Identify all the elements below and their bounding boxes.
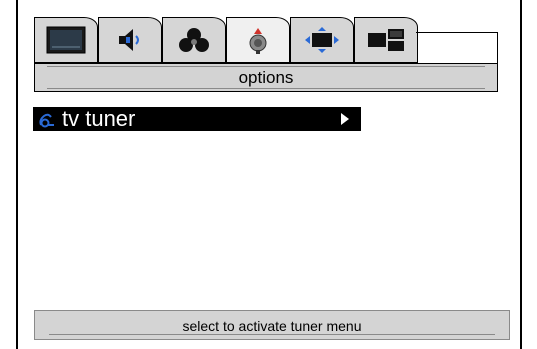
tab-pip[interactable]: [354, 17, 418, 63]
tuner-icon: [38, 112, 56, 133]
options-icon: [246, 26, 270, 61]
pip-icon: [366, 26, 406, 59]
tab-options[interactable]: [226, 17, 290, 63]
tab-strip-wall: [497, 32, 498, 63]
menu-item-tv-tuner[interactable]: tv tuner: [33, 107, 361, 131]
speaker-icon: [115, 26, 145, 59]
color-circles-icon: [176, 26, 212, 59]
menu-item-label: tv tuner: [62, 106, 136, 131]
tab-audio[interactable]: [98, 17, 162, 63]
tab-strip-edge: [416, 32, 498, 33]
tab-size[interactable]: [290, 17, 354, 63]
submenu-arrow-icon: [341, 113, 349, 125]
section-header: options: [34, 63, 498, 92]
tab-color[interactable]: [162, 17, 226, 63]
screen-size-icon: [303, 26, 341, 59]
tab-picture[interactable]: [34, 17, 98, 63]
status-bar: select to activate tuner menu: [34, 310, 510, 340]
section-title: options: [238, 68, 294, 87]
status-text: select to activate tuner menu: [182, 318, 362, 334]
tv-screen-icon: [46, 26, 86, 59]
